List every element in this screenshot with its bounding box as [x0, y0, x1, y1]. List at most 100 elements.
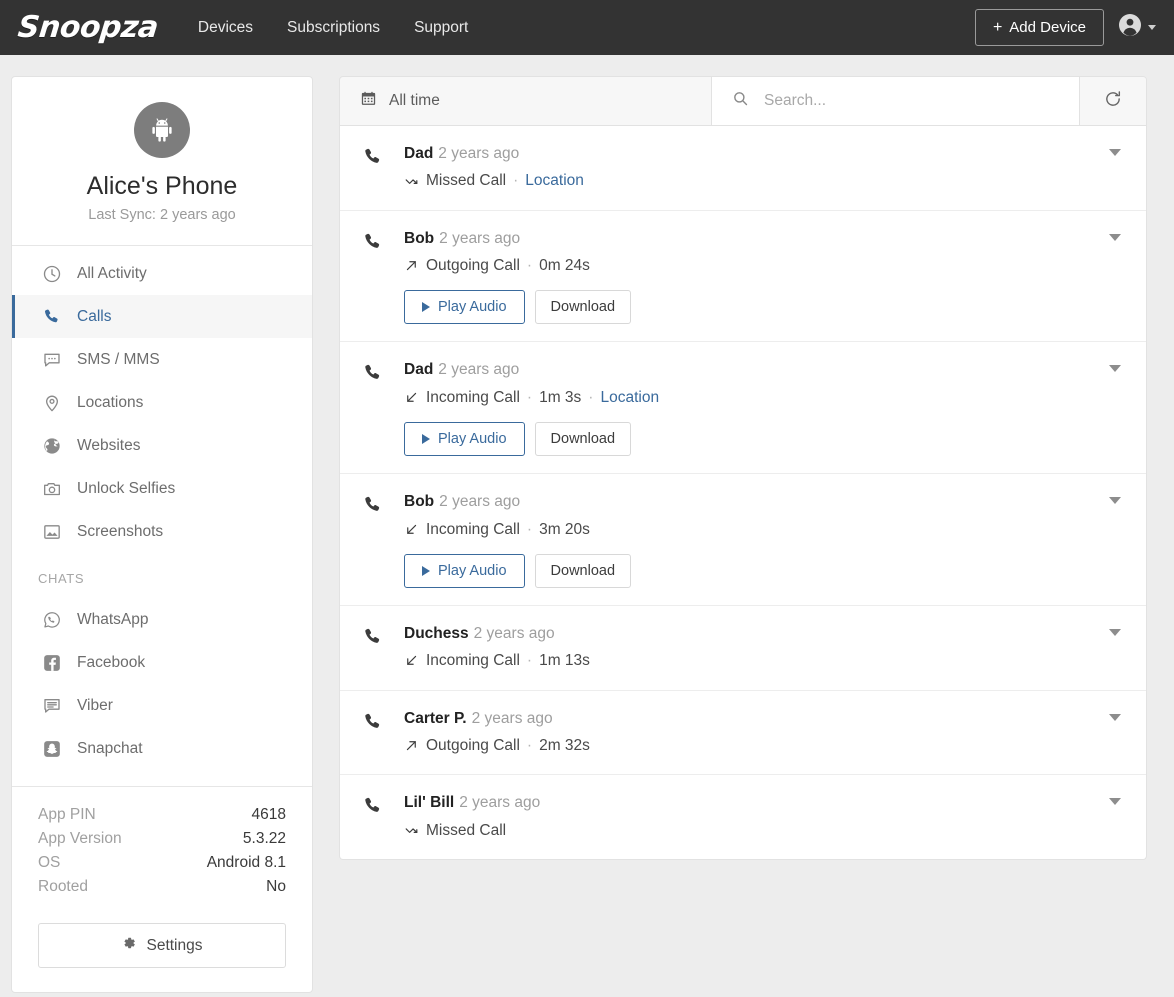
call-timestamp: 2 years ago — [438, 361, 520, 379]
phone-handset-icon — [362, 143, 404, 168]
meta-separator: · — [513, 172, 519, 190]
sidebar-item-whatsapp[interactable]: WhatsApp — [12, 598, 312, 641]
call-title: Dad 2 years ago — [404, 143, 1102, 165]
download-button[interactable]: Download — [534, 553, 632, 588]
download-button[interactable]: Download — [534, 290, 632, 325]
phone-handset-icon — [362, 623, 404, 648]
info-value: 5.3.22 — [242, 830, 286, 847]
gear-icon — [121, 935, 137, 956]
image-icon — [41, 522, 63, 542]
sidebar-chats-nav: WhatsApp Facebook Viber Snapchat — [12, 592, 312, 787]
chevron-down-icon — [1109, 713, 1121, 721]
sidebar-item-screenshots[interactable]: Screenshots — [12, 510, 312, 553]
call-row[interactable]: Bob 2 years ago Outgoing Call · 0m 24s P… — [340, 211, 1146, 343]
play-audio-label: Play Audio — [438, 562, 507, 579]
row-expand-button[interactable] — [1102, 623, 1128, 636]
chevron-down-icon — [1109, 798, 1121, 806]
refresh-button[interactable] — [1080, 77, 1146, 125]
call-type: Outgoing Call — [426, 737, 520, 755]
play-audio-button[interactable]: Play Audio — [404, 290, 525, 325]
meta-separator: · — [526, 257, 533, 275]
row-expand-button[interactable] — [1102, 491, 1128, 505]
call-row[interactable]: Carter P. 2 years ago Outgoing Call · 2m… — [340, 691, 1146, 776]
meta-separator: · — [588, 388, 594, 406]
navbar-right: + Add Device — [974, 9, 1160, 46]
account-menu[interactable] — [1118, 13, 1160, 42]
sidebar-item-label: Viber — [77, 696, 113, 714]
row-expand-button[interactable] — [1102, 708, 1128, 721]
sidebar-item-all-activity[interactable]: All Activity — [12, 252, 312, 295]
sidebar-item-label: SMS / MMS — [77, 350, 160, 368]
search-input[interactable] — [762, 91, 1079, 111]
download-button[interactable]: Download — [534, 422, 632, 457]
call-row[interactable]: Duchess 2 years ago Incoming Call · 1m 1… — [340, 606, 1146, 691]
call-title: Dad 2 years ago — [404, 359, 1102, 381]
info-row-app-version: App Version 5.3.22 — [38, 827, 286, 851]
sidebar-item-calls[interactable]: Calls — [12, 295, 312, 338]
call-type: Incoming Call — [426, 520, 520, 538]
chevron-down-icon — [1109, 365, 1121, 373]
play-audio-button[interactable]: Play Audio — [404, 553, 525, 588]
settings-label: Settings — [146, 936, 203, 954]
brand-logo[interactable]: Snoopza — [10, 10, 160, 45]
call-actions: Play Audio Download — [404, 290, 1102, 325]
phone-handset-icon — [362, 491, 404, 516]
app-root: Snoopza Devices Subscriptions Support + … — [0, 0, 1174, 997]
row-expand-button[interactable] — [1102, 792, 1128, 806]
sidebar-item-sms-mms[interactable]: SMS / MMS — [12, 338, 312, 381]
incoming-call-icon — [404, 522, 419, 537]
sidebar-item-locations[interactable]: Locations — [12, 381, 312, 424]
row-expand-button[interactable] — [1102, 359, 1128, 373]
sidebar-item-unlock-selfies[interactable]: Unlock Selfies — [12, 467, 312, 510]
call-body: Duchess 2 years ago Incoming Call · 1m 1… — [404, 623, 1102, 673]
sidebar-item-viber[interactable]: Viber — [12, 684, 312, 727]
phone-handset-icon — [362, 228, 404, 253]
phone-handset-icon — [362, 792, 404, 817]
sidebar-item-label: Facebook — [77, 653, 146, 671]
nav-link-support[interactable]: Support — [414, 19, 468, 37]
chevron-down-icon — [1109, 149, 1121, 156]
date-filter-label: All time — [389, 92, 440, 109]
chevron-down-icon — [1109, 628, 1121, 636]
call-duration: 2m 32s — [539, 737, 590, 755]
call-row[interactable]: Dad 2 years ago Incoming Call · 1m 3s · … — [340, 342, 1146, 475]
location-link[interactable]: Location — [525, 169, 584, 192]
play-icon — [422, 302, 430, 313]
chevron-down-icon — [1109, 233, 1121, 241]
row-expand-button[interactable] — [1102, 228, 1128, 241]
call-title: Lil' Bill 2 years ago — [404, 792, 1102, 814]
location-link[interactable]: Location — [600, 386, 659, 409]
call-timestamp: 2 years ago — [439, 493, 521, 511]
date-filter-button[interactable]: All time — [340, 77, 712, 125]
call-type: Incoming Call — [426, 652, 520, 670]
sidebar-item-label: Calls — [77, 307, 112, 325]
missed-call-icon — [404, 174, 419, 189]
row-expand-button[interactable] — [1102, 143, 1128, 156]
search-box — [712, 77, 1080, 125]
sidebar-item-snapchat[interactable]: Snapchat — [12, 727, 312, 770]
page-content: Alice's Phone Last Sync: 2 years ago All… — [0, 55, 1174, 993]
call-duration: 1m 13s — [539, 652, 590, 670]
sidebar-item-websites[interactable]: Websites — [12, 424, 312, 467]
call-contact-name: Dad — [404, 145, 434, 162]
settings-button[interactable]: Settings — [38, 923, 286, 968]
nav-link-subscriptions[interactable]: Subscriptions — [287, 19, 380, 37]
nav-link-devices[interactable]: Devices — [198, 19, 253, 37]
main-panel: All time Search... Dad 2 years ago Misse… — [339, 76, 1147, 861]
call-row[interactable]: Dad 2 years ago Missed Call · Location — [340, 126, 1146, 211]
info-value: No — [266, 878, 286, 895]
add-device-button[interactable]: + Add Device — [974, 9, 1104, 46]
call-row[interactable]: Lil' Bill 2 years ago Missed Call — [340, 775, 1146, 859]
meta-separator: · — [526, 652, 533, 670]
info-label: OS — [38, 854, 61, 871]
play-audio-label: Play Audio — [438, 431, 507, 448]
play-audio-button[interactable]: Play Audio — [404, 422, 525, 457]
call-duration: 3m 20s — [539, 520, 590, 538]
call-title: Bob 2 years ago — [404, 491, 1102, 513]
sidebar-item-facebook[interactable]: Facebook — [12, 641, 312, 684]
call-meta: Outgoing Call · 2m 32s — [404, 734, 1102, 757]
meta-separator: · — [526, 520, 533, 538]
call-row[interactable]: Bob 2 years ago Incoming Call · 3m 20s P… — [340, 474, 1146, 606]
call-body: Bob 2 years ago Outgoing Call · 0m 24s P… — [404, 228, 1102, 325]
facebook-icon — [41, 653, 63, 673]
